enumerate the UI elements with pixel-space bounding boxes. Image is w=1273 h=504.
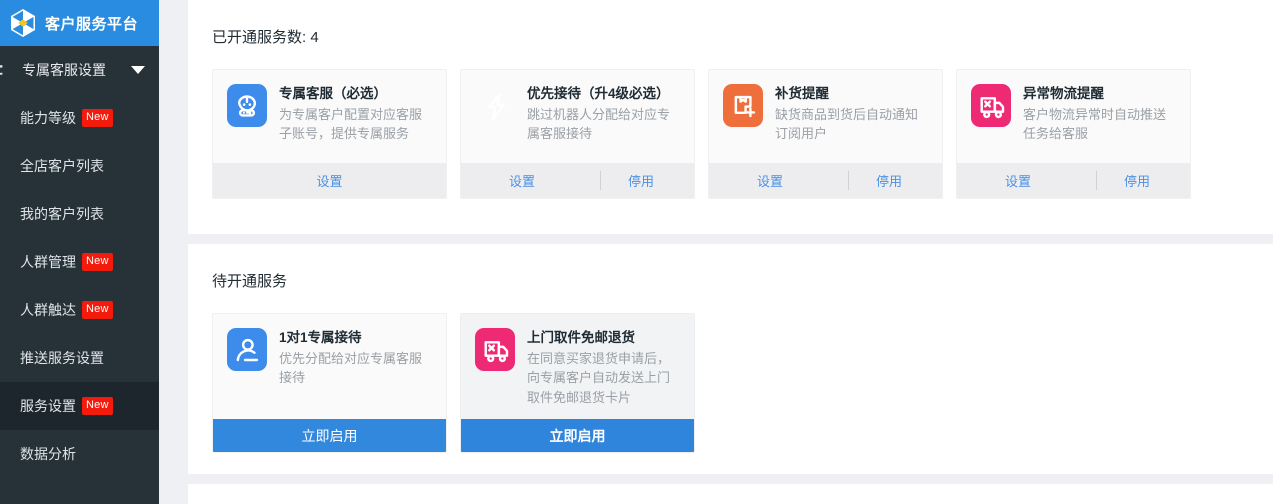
opened-services-card-row: 专属客服（必选） 为专属客户配置对应客服子账号，提供专属服务 设置 优先接待（升4级必… xyxy=(212,69,1273,199)
opened-services-title: 已开通服务数: 4 xyxy=(212,29,319,46)
service-card-body: 专属客服（必选） 为专属客户配置对应客服子账号，提供专属服务 xyxy=(213,70,446,163)
sidebar-item-label: 服务设置 xyxy=(20,398,76,414)
truck-alert-icon xyxy=(475,328,515,371)
service-card-name: 优先接待（升4级必选） xyxy=(527,86,670,101)
sidebar-item-new-badge: New xyxy=(82,109,113,127)
service-card-actions: 设置 停用 xyxy=(957,163,1190,198)
sidebar-item-1[interactable]: 全店客户列表 xyxy=(0,142,159,190)
service-card-desc: 缺货商品到货后自动通知订阅用户 xyxy=(775,106,919,142)
service-card-text: 补货提醒缺货商品到货后自动通知订阅用户 xyxy=(775,84,930,151)
sidebar-item-label: 能力等级 xyxy=(20,110,76,126)
pending-card-desc: 优先分配给对应专属客服接待 xyxy=(279,350,423,386)
pending-card-body: 1对1专属接待优先分配给对应专属客服接待 xyxy=(213,314,446,400)
sidebar-item-label: 人群管理 xyxy=(20,254,76,270)
service-card: 补货提醒缺货商品到货后自动通知订阅用户设置 停用 xyxy=(708,69,943,199)
sidebar-item-list: 能力等级 New 全店客户列表 我的客户列表 人群管理 New 人群触达 New 推送服务设置服… xyxy=(0,94,159,478)
sidebar-item-6[interactable]: 服务设置 New xyxy=(0,382,159,430)
panel-gap-1 xyxy=(159,234,1273,244)
sidebar-item-new-badge: New xyxy=(82,397,113,415)
service-card-desc: 跳过机器人分配给对应专属客服接待 xyxy=(527,106,671,142)
action-divider xyxy=(599,171,601,190)
sidebar-group-label: 专属客服设置 xyxy=(22,62,106,78)
settings-link[interactable]: 设置 xyxy=(1005,171,1031,190)
pending-service-card[interactable]: 1对1专属接待优先分配给对应专属客服接待立即启用 xyxy=(212,313,447,454)
pending-services-panel: 待开通服务 1对1专属接待 优先分配给对应专属客服接待 立即启用 上门取件免邮退货 在同… xyxy=(188,244,1273,474)
lightning-bolt-icon xyxy=(475,84,515,124)
service-card: 优先接待（升4级必选） 跳过机器人分配给对应专属客服接待设置 停用 xyxy=(460,69,695,199)
enable-now-button[interactable]: 立即启用 xyxy=(213,419,446,453)
service-card-name: 补货提醒 xyxy=(775,86,829,101)
pending-card-name: 1对1专属接待 xyxy=(279,330,362,345)
sidebar-item-label: 推送服务设置 xyxy=(20,350,104,366)
origami-diamond-logo-icon xyxy=(11,9,35,37)
sidebar-item-3[interactable]: 人群管理 New xyxy=(0,238,159,286)
settings-link[interactable]: 设置 xyxy=(316,171,342,190)
pending-service-card[interactable]: 上门取件免邮退货在同意买家退货申请后，向专属客户自动发送上门取件免邮退货卡片立即… xyxy=(460,313,695,454)
sidebar-item-label: 我的客户列表 xyxy=(20,206,104,222)
service-card-desc: 客户物流异常时自动推送任务给客服 xyxy=(1023,106,1167,142)
sidebar-item-label: 全店客户列表 xyxy=(20,158,104,174)
service-card-text: 专属客服（必选） 为专属客户配置对应客服子账号，提供专属服务 xyxy=(279,84,434,151)
sidebar-item-label: 数据分析 xyxy=(20,446,76,462)
pending-card-text: 上门取件免邮退货在同意买家退货申请后，向专属客户自动发送上门取件免邮退货卡片 xyxy=(527,328,682,407)
sidebar-item-label: 人群触达 xyxy=(20,302,76,318)
service-card-desc: 为专属客户配置对应客服子账号，提供专属服务 xyxy=(279,106,423,142)
app-root: 客户服务平台 专属客服设置 能力等级 New 全店客户列表 我的客户列表 人群管理 New… xyxy=(0,0,1273,504)
brand-title: 客户服务平台 xyxy=(45,15,139,33)
sidebar-item-4[interactable]: 人群触达 New xyxy=(0,286,159,334)
service-card-name: 异常物流提醒 xyxy=(1023,86,1104,101)
pending-card-body: 上门取件免邮退货在同意买家退货申请后，向专属客户自动发送上门取件免邮退货卡片 xyxy=(461,314,694,419)
brand-header: 客户服务平台 xyxy=(0,0,159,46)
pending-card-text: 1对1专属接待优先分配给对应专属客服接待 xyxy=(279,328,434,388)
person-icon xyxy=(227,328,267,371)
pending-card-name: 上门取件免邮退货 xyxy=(527,330,635,345)
service-card-body: 优先接待（升4级必选） 跳过机器人分配给对应专属客服接待 xyxy=(461,70,694,163)
sidebar: 客户服务平台 专属客服设置 能力等级 New 全店客户列表 我的客户列表 人群管理 New… xyxy=(0,0,159,504)
settings-link[interactable]: 设置 xyxy=(757,171,783,190)
service-card: 专属客服（必选） 为专属客户配置对应客服子账号，提供专属服务设置 xyxy=(212,69,447,199)
panel-gap-2 xyxy=(159,474,1273,484)
next-panel-peek xyxy=(188,484,1273,504)
main-content: 已开通服务数: 4 专属客服（必选） 为专属客户配置对应客服子账号，提供专属服务设… xyxy=(159,0,1273,504)
truck-alert-icon xyxy=(971,84,1011,127)
disable-link[interactable]: 停用 xyxy=(628,171,654,190)
service-card-actions: 设置 停用 xyxy=(709,163,942,198)
service-card: 异常物流提醒客户物流异常时自动推送任务给客服设置 停用 xyxy=(956,69,1191,199)
robot-chat-icon xyxy=(227,84,267,127)
disable-link[interactable]: 停用 xyxy=(876,171,902,190)
service-card-actions: 设置 xyxy=(213,163,446,198)
pending-services-card-row: 1对1专属接待 优先分配给对应专属客服接待 立即启用 上门取件免邮退货 在同意买家退货申… xyxy=(212,313,1273,454)
sidebar-item-2[interactable]: 我的客户列表 xyxy=(0,190,159,238)
opened-services-panel: 已开通服务数: 4 专属客服（必选） 为专属客户配置对应客服子账号，提供专属服务设… xyxy=(188,0,1273,234)
pending-services-title: 待开通服务 xyxy=(212,273,288,290)
sidebar-item-new-badge: New xyxy=(82,253,113,271)
sidebar-item-5[interactable]: 推送服务设置 xyxy=(0,334,159,382)
service-card-name: 专属客服（必选） xyxy=(279,86,387,101)
disable-link[interactable]: 停用 xyxy=(1124,171,1150,190)
action-divider xyxy=(1095,171,1097,190)
service-card-actions: 设置 停用 xyxy=(461,163,694,198)
chevron-down-icon[interactable] xyxy=(131,66,145,74)
vip-service-icon xyxy=(0,65,3,75)
sidebar-item-7[interactable]: 数据分析 xyxy=(0,430,159,478)
service-card-text: 异常物流提醒客户物流异常时自动推送任务给客服 xyxy=(1023,84,1178,151)
box-plus-icon xyxy=(723,84,763,127)
sidebar-item-0[interactable]: 能力等级 New xyxy=(0,94,159,142)
settings-link[interactable]: 设置 xyxy=(509,171,535,190)
service-card-body: 异常物流提醒客户物流异常时自动推送任务给客服 xyxy=(957,70,1190,163)
service-card-body: 补货提醒缺货商品到货后自动通知订阅用户 xyxy=(709,70,942,163)
action-divider xyxy=(847,171,849,190)
service-card-text: 优先接待（升4级必选） 跳过机器人分配给对应专属客服接待 xyxy=(527,84,682,151)
pending-card-desc: 在同意买家退货申请后，向专属客户自动发送上门取件免邮退货卡片 xyxy=(527,350,671,405)
sidebar-group-vip-service[interactable]: 专属客服设置 xyxy=(0,46,159,94)
enable-now-button[interactable]: 立即启用 xyxy=(461,419,694,453)
sidebar-item-new-badge: New xyxy=(82,301,113,319)
